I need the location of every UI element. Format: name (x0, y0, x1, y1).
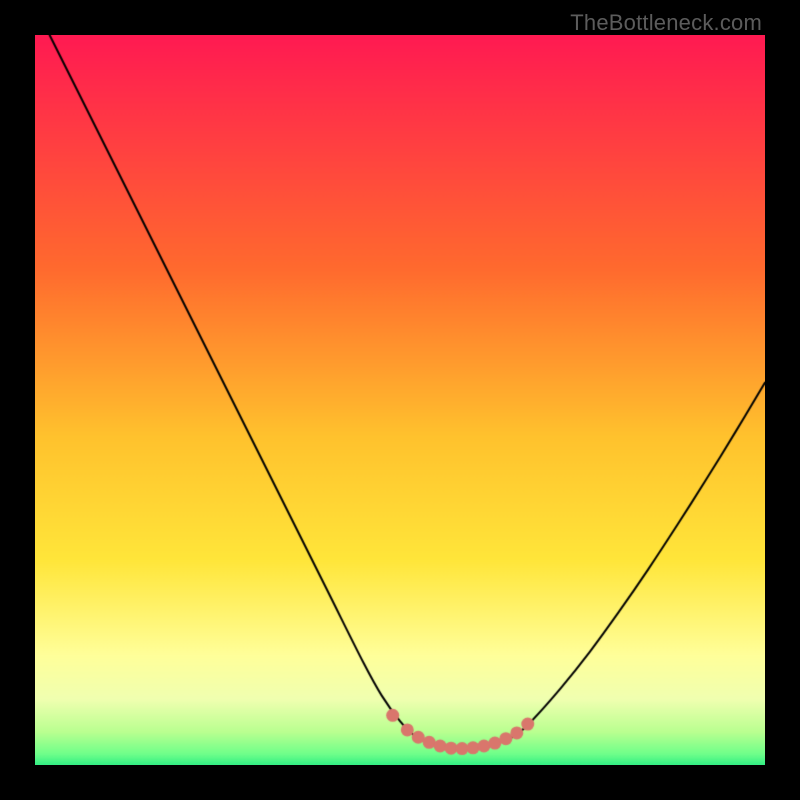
watermark-text: TheBottleneck.com (570, 10, 762, 36)
chart-curve-layer (35, 35, 765, 765)
chart-frame: TheBottleneck.com (0, 0, 800, 800)
chart-plot-area (35, 35, 765, 765)
